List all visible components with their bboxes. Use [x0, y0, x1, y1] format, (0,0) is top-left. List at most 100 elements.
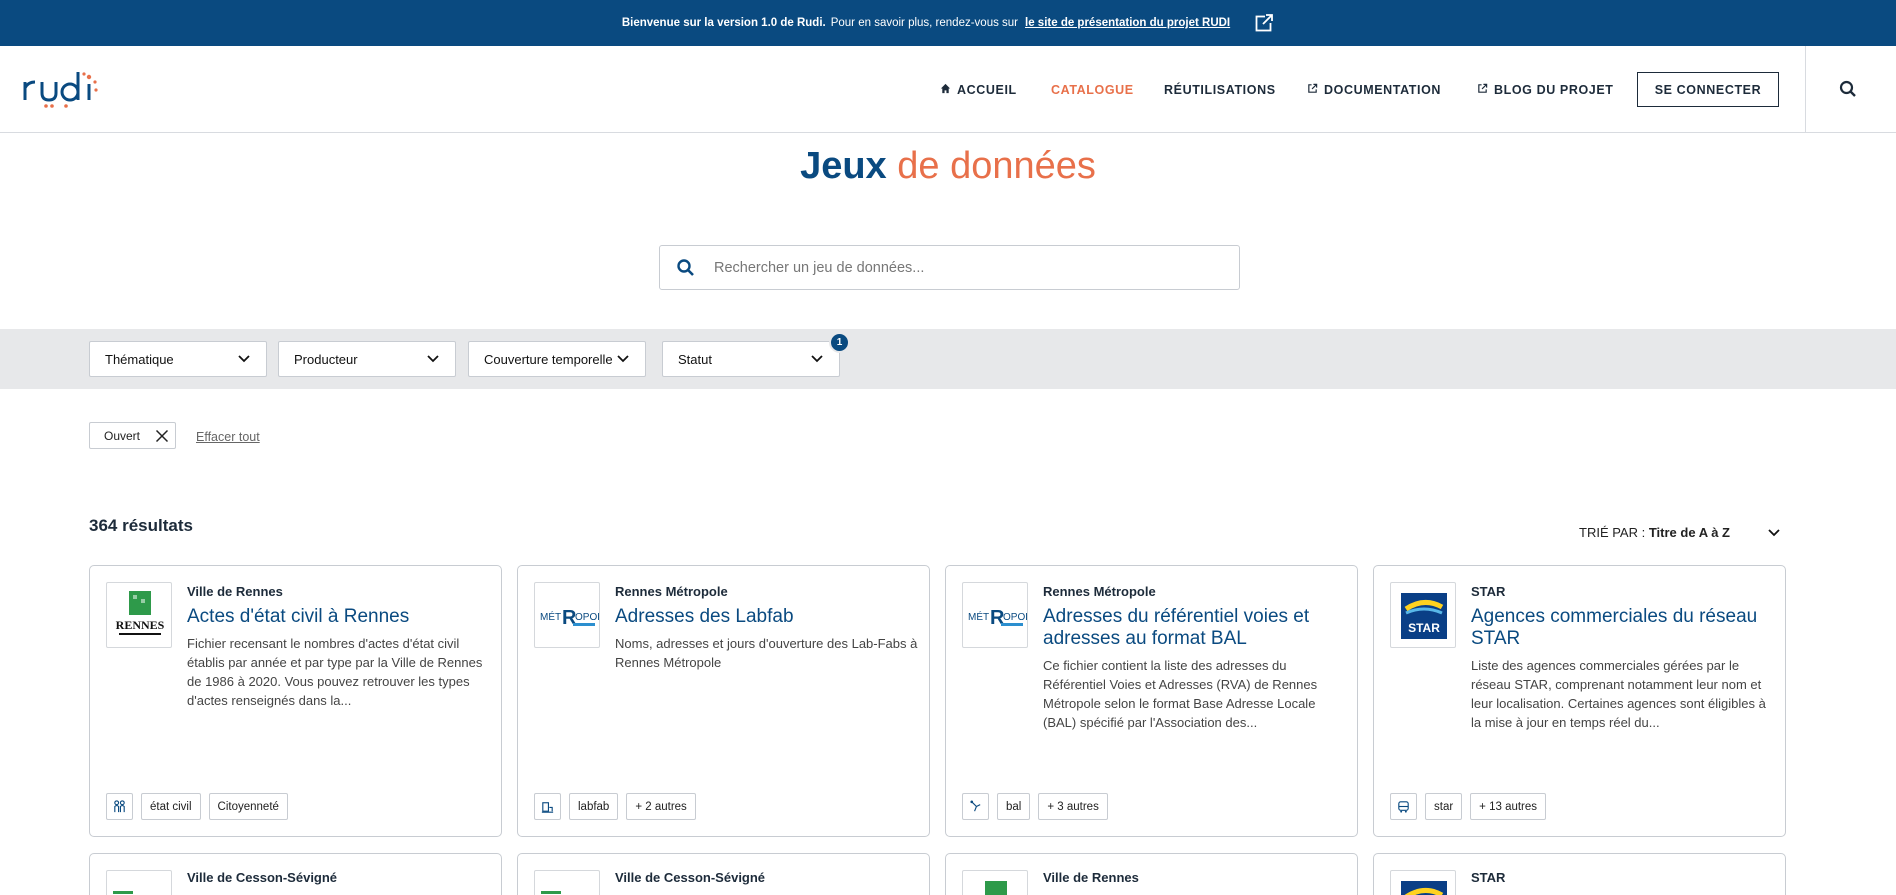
card-tag[interactable]: bal — [997, 793, 1031, 820]
svg-text:MÉT: MÉT — [540, 610, 561, 623]
nav-label: CATALOGUE — [1051, 82, 1134, 97]
banner-bold-text: Bienvenue sur la version 1.0 de Rudi. — [621, 17, 826, 29]
page-title: Jeux de données — [0, 145, 1896, 188]
main-header: ACCUEIL CATALOGUE RÉUTILISATIONS DOCUMEN… — [0, 46, 1896, 133]
card-producer: Ville de Cesson-Sévigné — [187, 870, 338, 885]
dataset-search-input[interactable] — [714, 259, 1194, 276]
card-description: Liste des agences commerciales gérées pa… — [1471, 658, 1766, 730]
card-tag-more[interactable]: + 3 autres — [1038, 793, 1108, 820]
card-tag[interactable]: labfab — [569, 793, 619, 820]
producer-logo: STAR — [1390, 582, 1456, 648]
dataset-card[interactable]: Ville de Cesson-Sévigné — [89, 853, 502, 895]
card-description: Ce fichier contient la liste des adresse… — [1043, 658, 1318, 730]
card-title[interactable]: Agences commerciales du réseau STAR — [1471, 606, 1771, 650]
card-title[interactable]: Actes d'état civil à Rennes — [187, 606, 487, 628]
page-title-bold: Jeux — [800, 145, 887, 187]
card-producer: Ville de Rennes — [1043, 870, 1139, 885]
dataset-card[interactable]: Ville de Rennes — [945, 853, 1358, 895]
svg-text:STAR: STAR — [1408, 621, 1440, 635]
search-icon — [677, 258, 694, 276]
card-title[interactable]: Adresses des Labfab — [615, 606, 915, 628]
results-count: 364 résultats — [89, 516, 193, 535]
svg-text:OPOLE: OPOLE — [1003, 612, 1028, 623]
external-link-icon — [1307, 83, 1318, 97]
nav-documentation[interactable]: DOCUMENTATION — [1307, 46, 1441, 133]
card-tags: bal + 3 autres — [962, 793, 1108, 820]
card-tag[interactable]: Citoyenneté — [208, 793, 288, 820]
card-tags: labfab + 2 autres — [534, 793, 696, 820]
card-tag-more[interactable]: + 2 autres — [626, 793, 696, 820]
clear-all-link[interactable]: Effacer tout — [196, 430, 260, 444]
external-link-icon[interactable] — [1254, 13, 1275, 33]
producer-logo — [534, 870, 600, 895]
search-icon[interactable] — [1839, 80, 1857, 98]
external-link-icon — [1477, 83, 1488, 97]
banner-text: Pour en savoir plus, rendez-vous sur — [830, 17, 1019, 29]
card-title[interactable]: Adresses du référentiel voies et adresse… — [1043, 606, 1343, 650]
nav-accueil[interactable]: ACCUEIL — [940, 46, 1017, 133]
card-tag-more[interactable]: + 13 autres — [1470, 793, 1547, 820]
dataset-card[interactable]: MÉT R OPOLE Rennes Métropole Adresses de… — [517, 565, 930, 837]
filter-label: Thématique — [105, 351, 174, 367]
filter-thematique[interactable]: Thématique — [89, 341, 267, 377]
sort-label: TRIÉ PAR : — [1579, 525, 1646, 540]
card-producer: STAR — [1471, 584, 1506, 599]
chevron-down-icon — [617, 355, 629, 363]
filter-label: Couverture temporelle — [484, 351, 613, 367]
card-producer: Ville de Rennes — [187, 584, 283, 599]
filter-producteur[interactable]: Producteur — [278, 341, 456, 377]
chevron-down-icon — [811, 355, 823, 363]
filter-label: Statut — [678, 351, 712, 367]
login-button[interactable]: SE CONNECTER — [1637, 72, 1779, 107]
producer-logo — [962, 870, 1028, 895]
card-producer: Rennes Métropole — [615, 584, 728, 599]
sort-selector[interactable]: TRIÉ PAR : Titre de A à Z — [1579, 525, 1730, 540]
nav-label: ACCUEIL — [957, 82, 1017, 97]
card-tag[interactable]: star — [1425, 793, 1463, 820]
dataset-card[interactable]: RENNES Ville de Rennes Actes d'état civi… — [89, 565, 502, 837]
chevron-down-icon[interactable] — [1768, 528, 1780, 538]
nav-blog[interactable]: BLOG DU PROJET — [1477, 46, 1614, 133]
status-badge: 1 — [829, 332, 850, 353]
rudi-logo[interactable] — [22, 68, 100, 110]
card-producer: Ville de Cesson-Sévigné — [615, 870, 766, 885]
card-tag[interactable]: état civil — [141, 793, 201, 820]
card-tags: star + 13 autres — [1390, 793, 1547, 820]
nav-catalogue[interactable]: CATALOGUE — [1051, 46, 1134, 133]
nav-reutilisations[interactable]: RÉUTILISATIONS — [1164, 46, 1276, 133]
filter-couverture-temporelle[interactable]: Couverture temporelle — [468, 341, 646, 377]
producer-logo — [1390, 870, 1456, 895]
dataset-card[interactable]: MÉT R OPOLE Rennes Métropole Adresses du… — [945, 565, 1358, 837]
header-divider — [1805, 46, 1806, 133]
active-filter-chip: Ouvert — [89, 422, 176, 449]
svg-text:OPOLE: OPOLE — [575, 612, 600, 623]
banner-link[interactable]: le site de présentation du projet RUDI — [1025, 17, 1230, 29]
map-pin-icon — [962, 793, 989, 820]
page-title-rest: de données — [897, 145, 1096, 187]
bus-icon — [1390, 793, 1417, 820]
nav-label: RÉUTILISATIONS — [1164, 82, 1276, 97]
dataset-card[interactable]: STAR STAR Agences commerciales du réseau… — [1373, 565, 1786, 837]
close-icon[interactable] — [155, 429, 169, 443]
sort-value: Titre de A à Z — [1648, 525, 1730, 540]
card-producer: Rennes Métropole — [1043, 584, 1156, 599]
card-tags: état civil Citoyenneté — [106, 793, 288, 820]
svg-text:MÉT: MÉT — [968, 610, 989, 623]
filter-statut[interactable]: Statut — [662, 341, 840, 377]
dataset-card[interactable]: Ville de Cesson-Sévigné — [517, 853, 930, 895]
producer-logo: MÉT R OPOLE — [962, 582, 1028, 648]
chevron-down-icon — [238, 355, 250, 363]
info-banner: Bienvenue sur la version 1.0 de Rudi. Po… — [0, 0, 1896, 46]
card-producer: STAR — [1471, 870, 1506, 885]
producer-logo — [106, 870, 172, 895]
svg-text:RENNES: RENNES — [116, 618, 165, 632]
producer-logo: MÉT R OPOLE — [534, 582, 600, 648]
card-description: Noms, adresses et jours d'ouverture des … — [615, 636, 918, 670]
card-description: Fichier recensant le nombres d'actes d'é… — [187, 636, 483, 708]
home-icon — [940, 83, 951, 97]
people-icon — [106, 793, 133, 820]
dataset-card[interactable]: STAR — [1373, 853, 1786, 895]
producer-logo: RENNES — [106, 582, 172, 648]
dataset-search-box[interactable] — [659, 245, 1240, 290]
filter-label: Producteur — [294, 351, 358, 367]
